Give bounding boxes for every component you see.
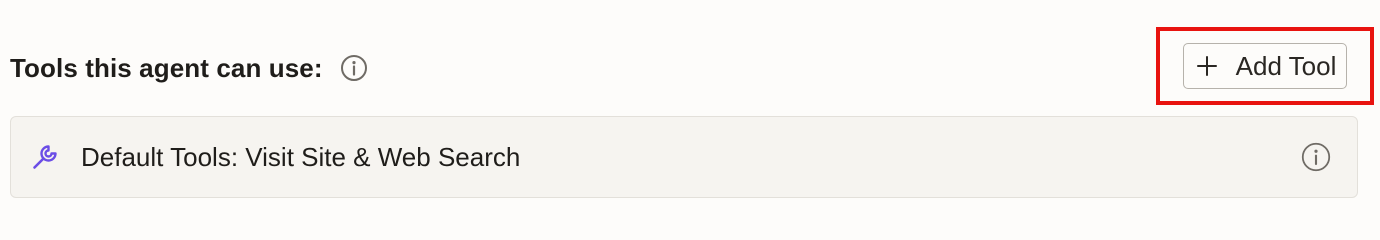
add-tool-button[interactable]: Add Tool bbox=[1182, 43, 1348, 89]
tool-label: Default Tools: Visit Site & Web Search bbox=[81, 141, 521, 172]
info-icon[interactable] bbox=[1301, 142, 1331, 172]
title-group: Tools this agent can use: bbox=[10, 53, 369, 84]
section-title: Tools this agent can use: bbox=[10, 52, 323, 83]
tool-item-default-tools[interactable]: Default Tools: Visit Site & Web Search bbox=[10, 116, 1358, 198]
add-tool-highlight: Add Tool bbox=[1156, 27, 1374, 105]
info-icon[interactable] bbox=[339, 53, 369, 83]
plus-icon bbox=[1196, 55, 1218, 77]
add-tool-label: Add Tool bbox=[1235, 50, 1337, 81]
wrench-icon bbox=[31, 143, 59, 171]
